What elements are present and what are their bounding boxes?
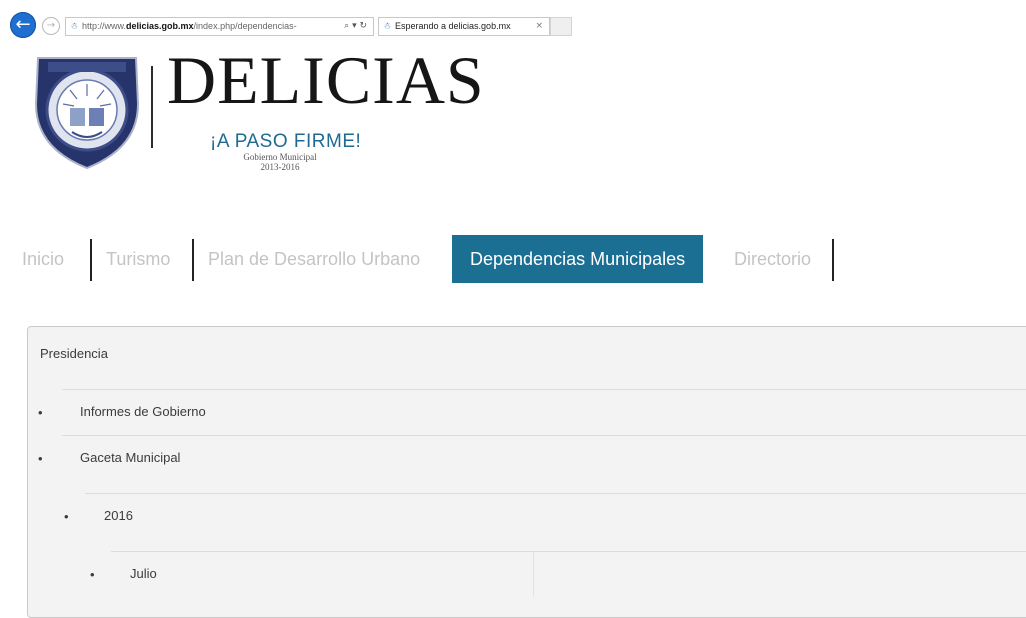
- divider: [62, 389, 1026, 390]
- browser-toolbar: ← → ☃ http://www.delicias.gob.mx/index.ph…: [0, 0, 1026, 40]
- forward-arrow-icon[interactable]: →: [42, 17, 60, 35]
- list-bullet: •: [64, 509, 69, 524]
- menu-item-gaceta[interactable]: Gaceta Municipal: [80, 450, 180, 465]
- list-bullet: •: [38, 405, 43, 420]
- section-title: Presidencia: [40, 346, 108, 361]
- column-divider: [533, 552, 534, 597]
- new-tab-button[interactable]: [550, 17, 572, 36]
- list-bullet: •: [38, 451, 43, 466]
- page-icon: ☃: [70, 21, 79, 31]
- content-panel: [27, 326, 1026, 618]
- tab-title: Esperando a delicias.gob.mx: [395, 21, 511, 31]
- nav-separator: [192, 239, 194, 281]
- address-prefix: http://www.: [82, 21, 127, 31]
- main-nav: Inicio Turismo Plan de Desarrollo Urbano…: [0, 235, 1026, 283]
- municipal-seal-logo[interactable]: [8, 44, 158, 174]
- list-bullet: •: [90, 567, 95, 582]
- close-icon[interactable]: ×: [535, 18, 543, 35]
- divider: [85, 493, 1026, 494]
- nav-item-inicio[interactable]: Inicio: [22, 235, 64, 283]
- nav-separator: [90, 239, 92, 281]
- logo-divider: [151, 66, 153, 148]
- brand-government: Gobierno Municipal 2013-2016: [240, 152, 320, 172]
- address-domain: delicias.gob.mx: [126, 21, 194, 31]
- gov-line-1: Gobierno Municipal: [243, 152, 317, 162]
- tab-page-icon: ☃: [383, 21, 392, 31]
- address-bar[interactable]: ☃ http://www.delicias.gob.mx/index.php/de…: [65, 17, 374, 36]
- nav-separator: [832, 239, 834, 281]
- address-tools-icons[interactable]: ⌕ ▾ ↻: [344, 18, 367, 35]
- menu-item-2016[interactable]: 2016: [104, 508, 133, 523]
- brand-slogan: ¡A PASO FIRME!: [210, 131, 362, 152]
- brand-name: DELICIAS: [167, 42, 485, 118]
- nav-item-directorio[interactable]: Directorio: [734, 235, 811, 283]
- menu-item-informes[interactable]: Informes de Gobierno: [80, 404, 206, 419]
- gov-line-2: 2013-2016: [260, 162, 300, 172]
- divider: [111, 551, 1026, 552]
- menu-item-julio[interactable]: Julio: [130, 566, 157, 581]
- back-arrow-icon[interactable]: ←: [10, 12, 36, 38]
- nav-item-dependencias[interactable]: Dependencias Municipales: [452, 235, 704, 283]
- browser-tab[interactable]: ☃ Esperando a delicias.gob.mx ×: [378, 17, 550, 36]
- divider: [62, 435, 1026, 436]
- nav-item-turismo[interactable]: Turismo: [106, 235, 170, 283]
- address-path: /index.php/dependencias-: [193, 21, 297, 31]
- nav-item-plan-desarrollo[interactable]: Plan de Desarrollo Urbano: [208, 235, 420, 283]
